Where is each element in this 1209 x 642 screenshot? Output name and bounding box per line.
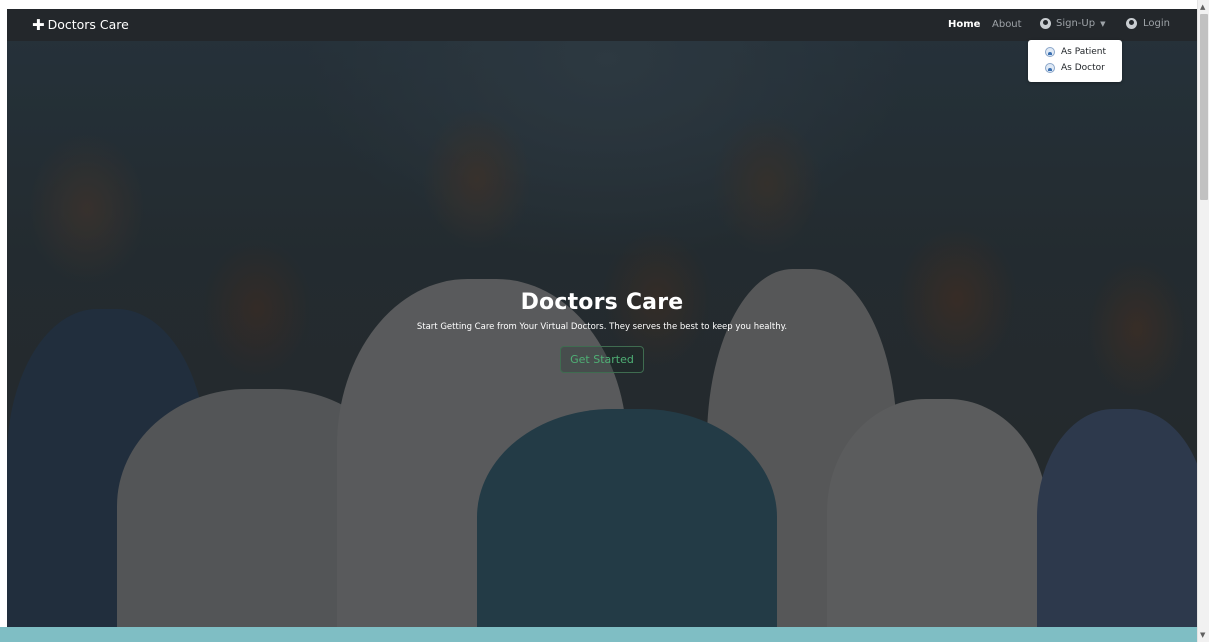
nav-about-link[interactable]: About — [992, 19, 1022, 30]
brand-name: Doctors Care — [47, 17, 129, 32]
brand-link[interactable]: ✚ Doctors Care — [32, 17, 129, 32]
dropdown-item-label: As Patient — [1061, 47, 1107, 57]
signup-dropdown-menu: As Patient As Doctor — [1028, 40, 1122, 82]
nav-home-link[interactable]: Home — [948, 19, 980, 30]
dropdown-item-as-patient[interactable]: As Patient — [1028, 44, 1122, 60]
nav-login-label: Login — [1143, 18, 1170, 29]
top-navbar: ✚ Doctors Care Home About Sign-Up ▼ Logi… — [7, 9, 1197, 41]
scrollbar-thumb[interactable] — [1200, 14, 1208, 200]
hero-subtitle: Start Getting Care from Your Virtual Doc… — [416, 322, 788, 332]
page-scrollbar[interactable]: ▲ ▼ — [1197, 0, 1209, 642]
nav-signup-label: Sign-Up — [1056, 18, 1096, 29]
get-started-button[interactable]: Get Started — [560, 346, 644, 373]
hero-content: Doctors Care Start Getting Care from You… — [7, 290, 1197, 373]
caret-down-icon: ▼ — [1100, 19, 1106, 28]
nav-login-link[interactable]: Login — [1126, 18, 1170, 29]
patient-user-icon — [1045, 47, 1055, 57]
doctor-user-icon — [1045, 63, 1055, 73]
nav-signup-dropdown-toggle[interactable]: Sign-Up ▼ — [1040, 18, 1105, 29]
plus-icon: ✚ — [32, 15, 45, 34]
dropdown-item-label: As Doctor — [1061, 63, 1105, 73]
hero-title: Doctors Care — [520, 290, 684, 315]
next-section-band — [0, 627, 1198, 642]
user-circle-icon — [1126, 18, 1137, 29]
scroll-down-arrow-icon[interactable]: ▼ — [1200, 631, 1205, 639]
scroll-up-arrow-icon[interactable]: ▲ — [1200, 3, 1205, 11]
user-circle-icon — [1040, 18, 1051, 29]
dropdown-item-as-doctor[interactable]: As Doctor — [1028, 60, 1122, 76]
